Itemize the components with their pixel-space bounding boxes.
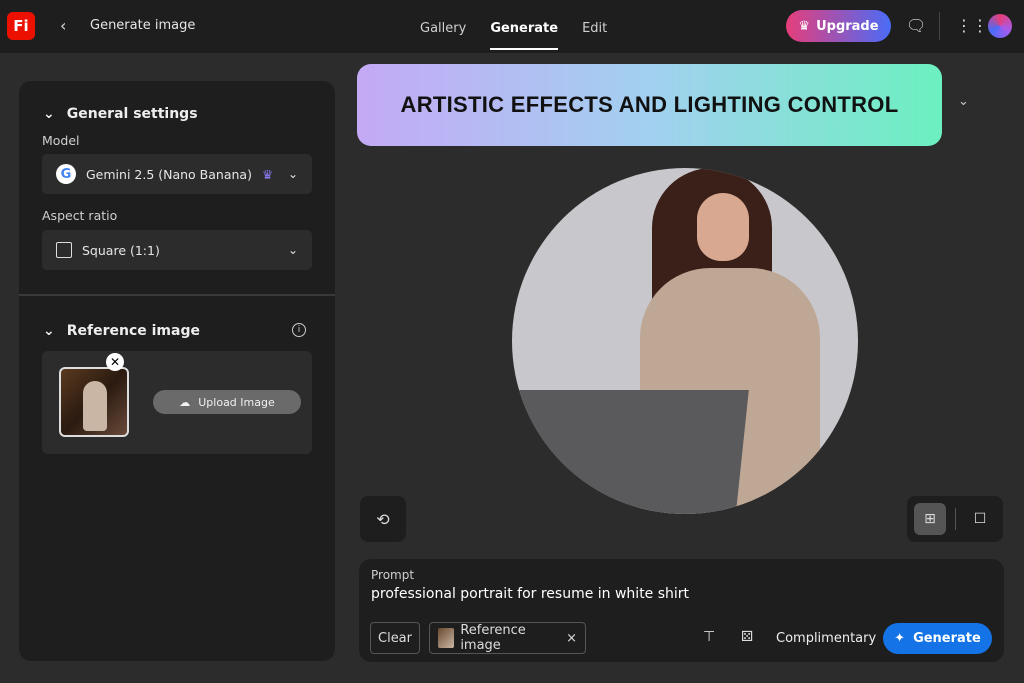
reference-chip-thumbnail (438, 628, 455, 648)
divider (955, 508, 956, 530)
tab-edit[interactable]: Edit (582, 0, 607, 53)
chevron-down-icon: ⌄ (43, 106, 55, 122)
chevron-down-icon: ⌄ (287, 243, 298, 257)
chevron-down-icon: ⌄ (287, 167, 298, 181)
reference-thumbnail[interactable] (59, 367, 129, 437)
avatar[interactable] (988, 14, 1012, 38)
model-select[interactable]: G Gemini 2.5 (Nano Banana) ♛ ⌄ (42, 154, 312, 194)
general-settings-title: General settings (66, 106, 198, 122)
aspect-ratio-select[interactable]: Square (1:1) ⌄ (42, 230, 312, 270)
reference-image-chip[interactable]: Reference image × (429, 622, 586, 654)
credits-label: Complimentary (776, 631, 877, 646)
text-style-icon[interactable]: ⊤ (703, 629, 715, 645)
close-icon[interactable]: × (566, 631, 577, 646)
model-label: Model (42, 133, 80, 148)
crown-icon: ♛ (261, 166, 274, 182)
general-settings-header[interactable]: ⌄ General settings (43, 106, 198, 122)
generated-image[interactable] (512, 168, 858, 514)
tab-gallery[interactable]: Gallery (420, 0, 466, 53)
square-icon (56, 242, 72, 258)
sparkle-icon: ✦ (894, 631, 906, 646)
chevron-down-icon: ⌄ (43, 323, 55, 339)
history-icon: ⟲ (376, 509, 390, 529)
chevron-down-icon[interactable]: ⌄ (958, 94, 969, 109)
crown-icon: ♛ (798, 18, 811, 34)
cloud-upload-icon: ☁ (179, 395, 191, 409)
settings-panel: ⌄ General settings Model G Gemini 2.5 (Nan… (19, 81, 335, 661)
clear-button[interactable]: Clear (370, 622, 420, 654)
reference-image-box: ✕ ☁ Upload Image (42, 351, 312, 454)
view-toggle: ⊞ ☐ (907, 496, 1003, 542)
upgrade-button[interactable]: ♛ Upgrade (786, 10, 891, 42)
info-icon[interactable]: i (292, 323, 306, 337)
history-button[interactable]: ⟲ (360, 496, 406, 542)
generate-label: Generate (913, 631, 981, 646)
prompt-input[interactable]: professional portrait for resume in whit… (371, 586, 689, 602)
app-logo[interactable]: Fi (7, 12, 35, 40)
prompt-box: Prompt professional portrait for resume … (359, 559, 1004, 662)
aspect-ratio-value: Square (1:1) (82, 242, 160, 258)
back-chevron-icon[interactable]: ‹ (60, 16, 66, 35)
page-title: Generate image (90, 18, 196, 33)
section-divider (19, 294, 335, 296)
upload-image-button[interactable]: ☁ Upload Image (153, 390, 301, 414)
reference-image-header[interactable]: ⌄ Reference image (43, 323, 200, 339)
main-tabs: Gallery Generate Edit (420, 0, 607, 53)
remove-reference-icon[interactable]: ✕ (106, 353, 124, 371)
upgrade-label: Upgrade (816, 18, 879, 34)
credits-icon[interactable]: ⚄ (741, 629, 753, 645)
top-bar: Fi ‹ Generate image Gallery Generate Edi… (0, 0, 1024, 53)
divider (939, 12, 940, 40)
reference-chip-label: Reference image (460, 623, 526, 653)
single-view-icon[interactable]: ☐ (964, 503, 996, 535)
reference-image-title: Reference image (66, 323, 200, 339)
generate-button[interactable]: ✦ Generate (883, 623, 992, 654)
google-icon: G (56, 164, 76, 184)
prompt-label: Prompt (371, 568, 415, 582)
feedback-icon[interactable]: 🗨 (906, 16, 926, 35)
tab-generate[interactable]: Generate (490, 0, 558, 53)
feature-banner: ARTISTIC EFFECTS AND LIGHTING CONTROL (357, 64, 942, 146)
model-value: Gemini 2.5 (Nano Banana) (86, 166, 252, 182)
aspect-ratio-label: Aspect ratio (42, 208, 118, 223)
upload-label: Upload Image (198, 395, 275, 409)
grid-view-icon[interactable]: ⊞ (914, 503, 946, 535)
